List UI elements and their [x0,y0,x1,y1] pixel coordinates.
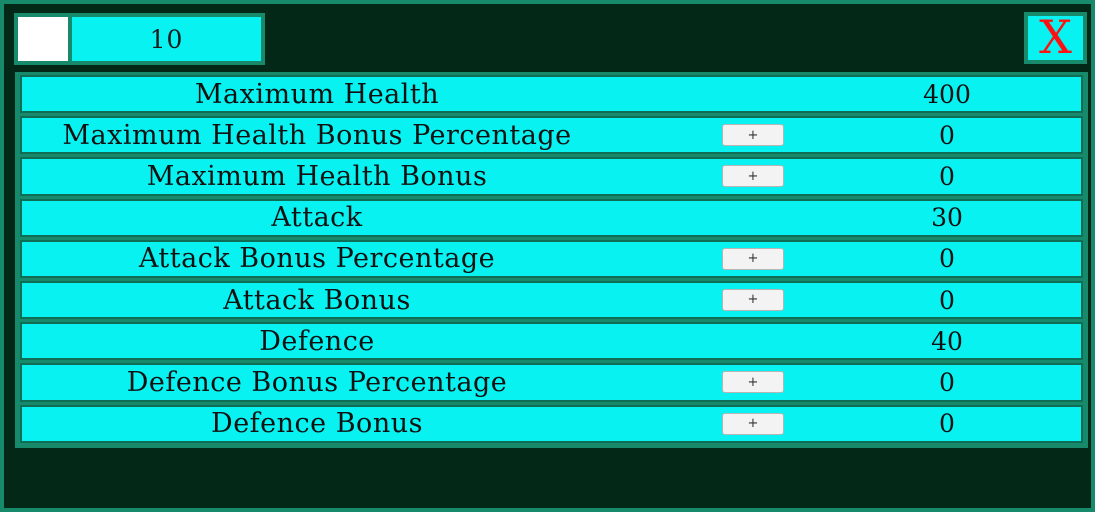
stats-panel: Maximum Health 400 Maximum Health Bonus … [15,72,1088,448]
stat-value: 400 [923,79,971,109]
stat-value: 0 [939,161,955,191]
stat-row-defence: Defence 40 [20,322,1083,361]
stat-value: 40 [931,326,963,356]
stat-label: Attack [271,202,363,234]
stat-value: 0 [939,120,955,150]
increase-attack-bonus-percentage-button[interactable]: + [722,247,784,270]
stat-label: Attack Bonus [223,284,411,316]
stat-label: Maximum Health Bonus Percentage [62,119,572,151]
stat-row-defence-bonus-percentage: Defence Bonus Percentage + 0 [20,363,1083,402]
stat-label: Defence Bonus [211,408,423,440]
stat-label: Maximum Health [194,78,440,110]
stat-label: Defence Bonus Percentage [126,366,508,398]
increase-attack-bonus-button[interactable]: + [722,288,784,311]
increase-defence-bonus-button[interactable]: + [722,412,784,435]
increase-maximum-health-bonus-percentage-button[interactable]: + [722,124,784,147]
color-swatch [18,17,68,61]
stat-value: 0 [939,409,955,439]
available-points: 10 [149,24,184,54]
close-button[interactable]: X [1024,12,1087,64]
stat-row-attack-bonus-percentage: Attack Bonus Percentage + 0 [20,239,1083,278]
stats-window: 10 X Maximum Health 400 Maximum Health B… [0,0,1095,512]
stat-row-maximum-health: Maximum Health 400 [20,75,1083,114]
stat-label: Defence [259,325,375,357]
increase-defence-bonus-percentage-button[interactable]: + [722,371,784,394]
stat-value: 0 [939,367,955,397]
stat-value: 0 [939,244,955,274]
stat-row-attack-bonus: Attack Bonus + 0 [20,280,1083,320]
stat-value: 30 [931,203,963,233]
stat-value: 0 [939,285,955,315]
stat-row-attack: Attack 30 [20,198,1083,237]
points-bar: 10 [14,13,265,65]
stat-row-maximum-health-bonus-percentage: Maximum Health Bonus Percentage + 0 [20,116,1083,155]
stat-row-maximum-health-bonus: Maximum Health Bonus + 0 [20,157,1083,196]
stat-label: Attack Bonus Percentage [138,243,496,275]
stat-label: Maximum Health Bonus [146,160,488,192]
increase-maximum-health-bonus-button[interactable]: + [722,165,784,188]
stat-row-defence-bonus: Defence Bonus + 0 [20,404,1083,443]
close-icon: X [1039,9,1072,64]
